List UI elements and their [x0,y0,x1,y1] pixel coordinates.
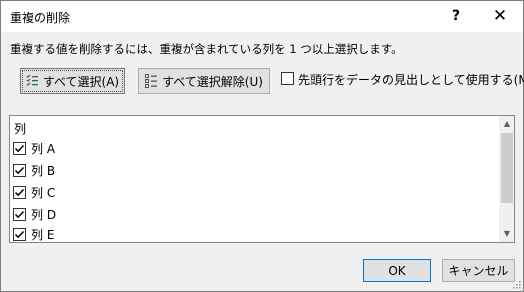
scroll-up-icon[interactable]: ▲ [499,116,514,132]
checkmark-icon [14,188,25,197]
column-checkbox[interactable] [13,186,26,199]
checkmark-icon [14,144,25,153]
header-row-checkbox[interactable] [281,72,294,85]
help-button[interactable]: ? [444,4,468,28]
list-item[interactable]: 列 E [10,224,500,242]
column-label: 列 C [31,186,56,200]
column-list[interactable]: 列 列 A 列 B 列 C 列 D 列 E ▲ ▼ [9,115,515,243]
cancel-button[interactable]: キャンセル [442,259,515,282]
list-item[interactable]: 列 C [10,182,500,202]
column-label: 列 D [31,208,57,222]
deselect-all-button[interactable]: すべて選択解除(U) [138,68,270,94]
close-button[interactable]: ✕ [488,4,512,28]
checkmark-icon [14,230,25,239]
column-label: 列 A [31,142,56,156]
list-item[interactable]: 列 D [10,204,500,224]
deselect-all-label: すべて選択解除(U) [162,74,263,89]
checkmark-icon [14,210,25,219]
scroll-thumb[interactable] [501,133,513,203]
list-header: 列 [14,122,27,136]
column-label: 列 B [31,164,56,178]
ok-button[interactable]: OK [363,259,431,282]
column-checkbox[interactable] [13,164,26,177]
column-checkbox[interactable] [13,208,26,221]
column-checkbox[interactable] [13,228,26,241]
title-bar: 重複の削除 ? ✕ [1,1,523,32]
checkmark-icon [14,166,25,175]
scroll-down-icon[interactable]: ▼ [499,226,514,242]
column-label: 列 E [31,228,55,242]
list-item[interactable]: 列 B [10,160,500,180]
vertical-scrollbar[interactable]: ▲ ▼ [499,116,514,242]
column-checkbox[interactable] [13,142,26,155]
header-row-label[interactable]: 先頭行をデータの見出しとして使用する(M) [298,71,524,88]
checklist-deselect-icon [145,74,158,88]
remove-duplicates-dialog: 重複の削除 ? ✕ 重複する値を削除するには、重複が含まれている列を 1 つ以上… [0,0,524,292]
select-all-button[interactable]: すべて選択(A) [20,68,125,94]
checklist-select-icon [26,74,38,88]
list-item[interactable]: 列 A [10,138,500,158]
dialog-title: 重複の削除 [10,11,71,25]
resize-grip-icon[interactable] [511,279,521,289]
instruction-text: 重複する値を削除するには、重複が含まれている列を 1 つ以上選択します。 [10,42,403,56]
